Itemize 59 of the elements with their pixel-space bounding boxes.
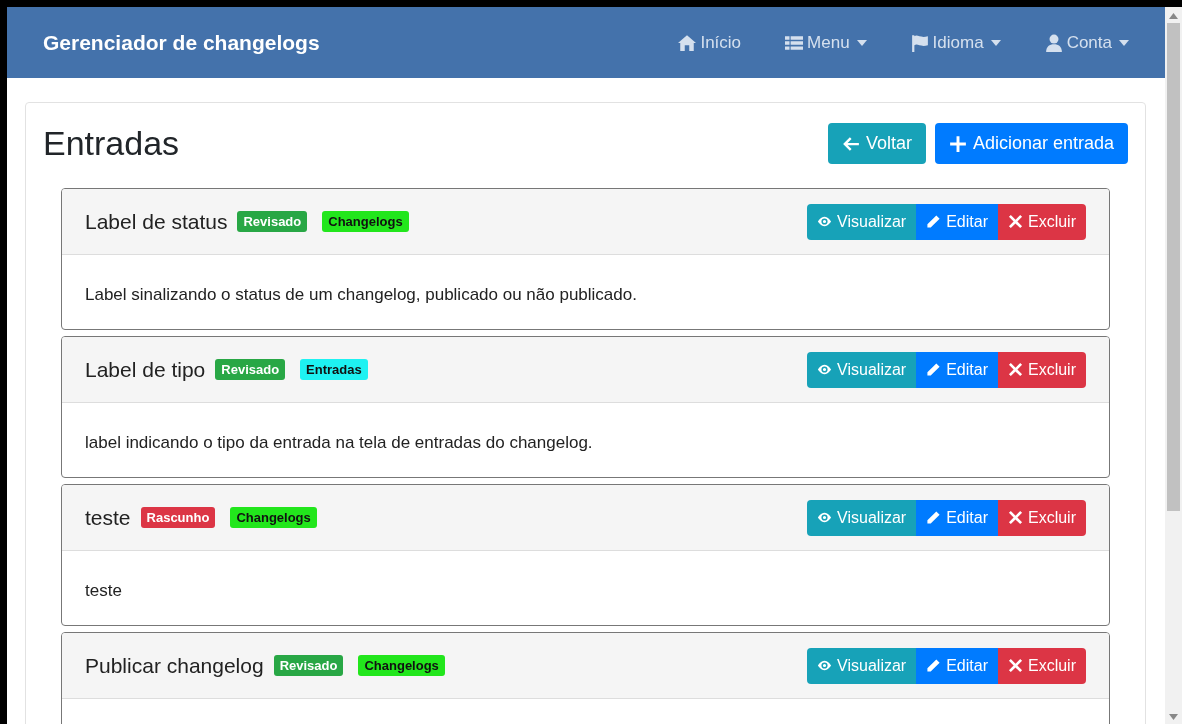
entry-title: Label de status bbox=[85, 208, 228, 235]
edit-button[interactable]: Editar bbox=[916, 647, 998, 684]
view-button[interactable]: Visualizar bbox=[807, 647, 917, 684]
brand-title[interactable]: Gerenciador de changelogs bbox=[43, 26, 320, 59]
nav-dropdown[interactable]: Menu bbox=[785, 29, 867, 56]
list-icon bbox=[785, 33, 804, 52]
scrollbar[interactable] bbox=[1165, 7, 1182, 724]
pencil-icon bbox=[926, 658, 942, 673]
category-tag: Changelogs bbox=[358, 654, 445, 677]
close-icon bbox=[1008, 658, 1023, 673]
caret-icon bbox=[990, 39, 1001, 46]
user-icon bbox=[1044, 33, 1063, 52]
entry-description: Label sinalizando o status de um changelog, publicado ou não publicado. bbox=[84, 284, 638, 306]
close-icon bbox=[1008, 510, 1023, 525]
view-button[interactable]: Visualizar bbox=[807, 499, 917, 536]
scroll-down-icon[interactable] bbox=[1169, 714, 1178, 720]
plus-icon bbox=[948, 134, 967, 153]
home-icon bbox=[678, 33, 697, 52]
entry-title: Publicar changelog bbox=[85, 652, 264, 679]
delete-button[interactable]: Excluir bbox=[998, 499, 1086, 536]
back-button[interactable]: Voltar bbox=[827, 123, 926, 164]
eye-icon bbox=[817, 214, 833, 229]
close-icon bbox=[1008, 214, 1023, 229]
entry-title: Label de tipo bbox=[85, 356, 206, 383]
entry-description: label indicando o tipo da entrada na tela de entradas do changelog. bbox=[84, 432, 594, 454]
nav-dropdown[interactable]: Conta bbox=[1044, 29, 1129, 56]
edit-button[interactable]: Editar bbox=[916, 499, 998, 536]
status-tag: Revisado bbox=[215, 358, 286, 381]
eye-icon bbox=[817, 658, 833, 673]
delete-button[interactable]: Excluir bbox=[998, 647, 1086, 684]
view-button[interactable]: Visualizar bbox=[807, 351, 917, 388]
caret-icon bbox=[856, 39, 867, 46]
entry-title: teste bbox=[85, 504, 131, 531]
pencil-icon bbox=[926, 362, 942, 377]
add-button[interactable]: Adicionar entrada bbox=[934, 123, 1128, 164]
pencil-icon bbox=[926, 510, 942, 525]
status-tag: Rascunho bbox=[140, 506, 216, 529]
pencil-icon bbox=[926, 214, 942, 229]
delete-button[interactable]: Excluir bbox=[998, 203, 1086, 240]
category-tag: Changelogs bbox=[230, 506, 317, 529]
caret-icon bbox=[1119, 39, 1129, 46]
view-button[interactable]: Visualizar bbox=[807, 203, 917, 240]
delete-button[interactable]: Excluir bbox=[998, 351, 1086, 388]
eye-icon bbox=[817, 362, 833, 377]
nav-link[interactable]: Início bbox=[678, 29, 742, 56]
page-title: Entradas bbox=[43, 123, 180, 164]
status-tag: Revisado bbox=[237, 210, 308, 233]
edit-button[interactable]: Editar bbox=[916, 203, 998, 240]
scroll-up-icon[interactable] bbox=[1169, 13, 1178, 19]
nav-dropdown[interactable]: Idioma bbox=[910, 29, 1001, 56]
flag-icon bbox=[910, 33, 929, 52]
eye-icon bbox=[817, 510, 833, 525]
edit-button[interactable]: Editar bbox=[916, 351, 998, 388]
category-tag: Changelogs bbox=[322, 210, 409, 233]
entry-description: teste bbox=[84, 580, 123, 602]
status-tag: Revisado bbox=[273, 654, 344, 677]
close-icon bbox=[1008, 362, 1023, 377]
category-tag: Entradas bbox=[300, 358, 368, 381]
scrollbar-thumb[interactable] bbox=[1167, 23, 1180, 511]
